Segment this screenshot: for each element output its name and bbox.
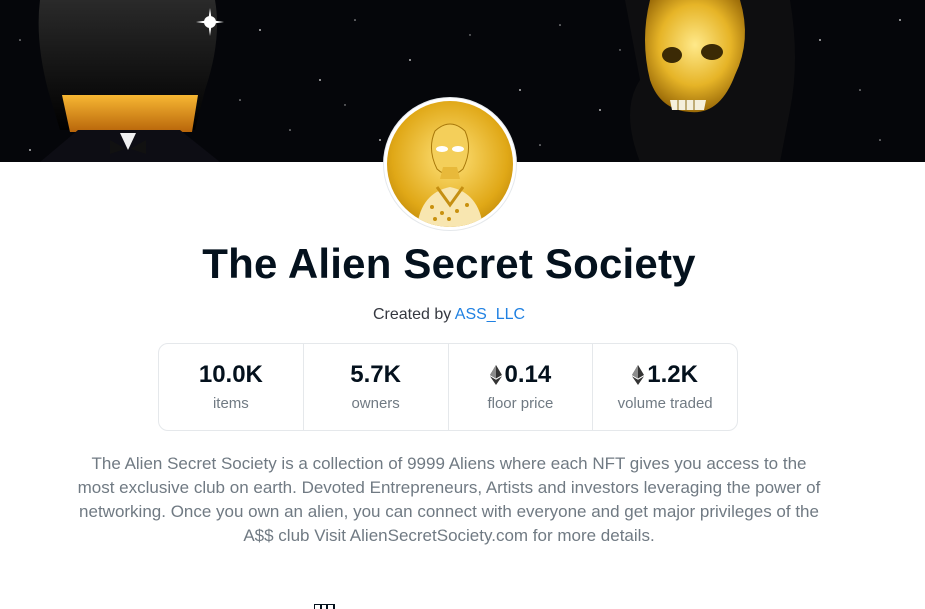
stat-volume-traded[interactable]: 1.2K volume traded [592, 344, 737, 430]
collection-title: The Alien Secret Society [202, 240, 696, 287]
creator-line: Created by ASS_LLC [0, 304, 898, 326]
skull-figure-right [625, 0, 795, 162]
grid-icon[interactable] [314, 604, 336, 609]
stat-label: owners [351, 395, 400, 412]
collection-description: The Alien Secret Society is a collection… [77, 454, 821, 545]
stat-value: 5.7K [350, 361, 401, 388]
creator-link[interactable]: ASS_LLC [455, 306, 525, 323]
stat-label: volume traded [617, 395, 713, 412]
stat-value-row: 1.2K [632, 360, 698, 390]
stat-label: items [212, 395, 249, 412]
eth-icon [632, 365, 645, 385]
stat-value-row: 0.14 [489, 360, 552, 390]
eth-icon [489, 365, 502, 385]
collection-stats: 10.0K items 5.7K owners 0.14 floor price… [158, 343, 738, 431]
stat-floor-price[interactable]: 0.14 floor price [447, 344, 593, 430]
alien-avatar-image [387, 101, 513, 227]
stat-value: 1.2K [647, 361, 698, 388]
collection-tabs-partial [300, 600, 620, 609]
stat-value: 10.0K [198, 361, 263, 388]
stat-owners[interactable]: 5.7K owners [302, 344, 448, 430]
collection-avatar [384, 98, 516, 230]
stat-value: 0.14 [504, 361, 552, 388]
stat-label: floor price [487, 395, 554, 412]
stat-items[interactable]: 10.0K items [159, 344, 303, 430]
created-by-label: Created by [372, 306, 452, 323]
